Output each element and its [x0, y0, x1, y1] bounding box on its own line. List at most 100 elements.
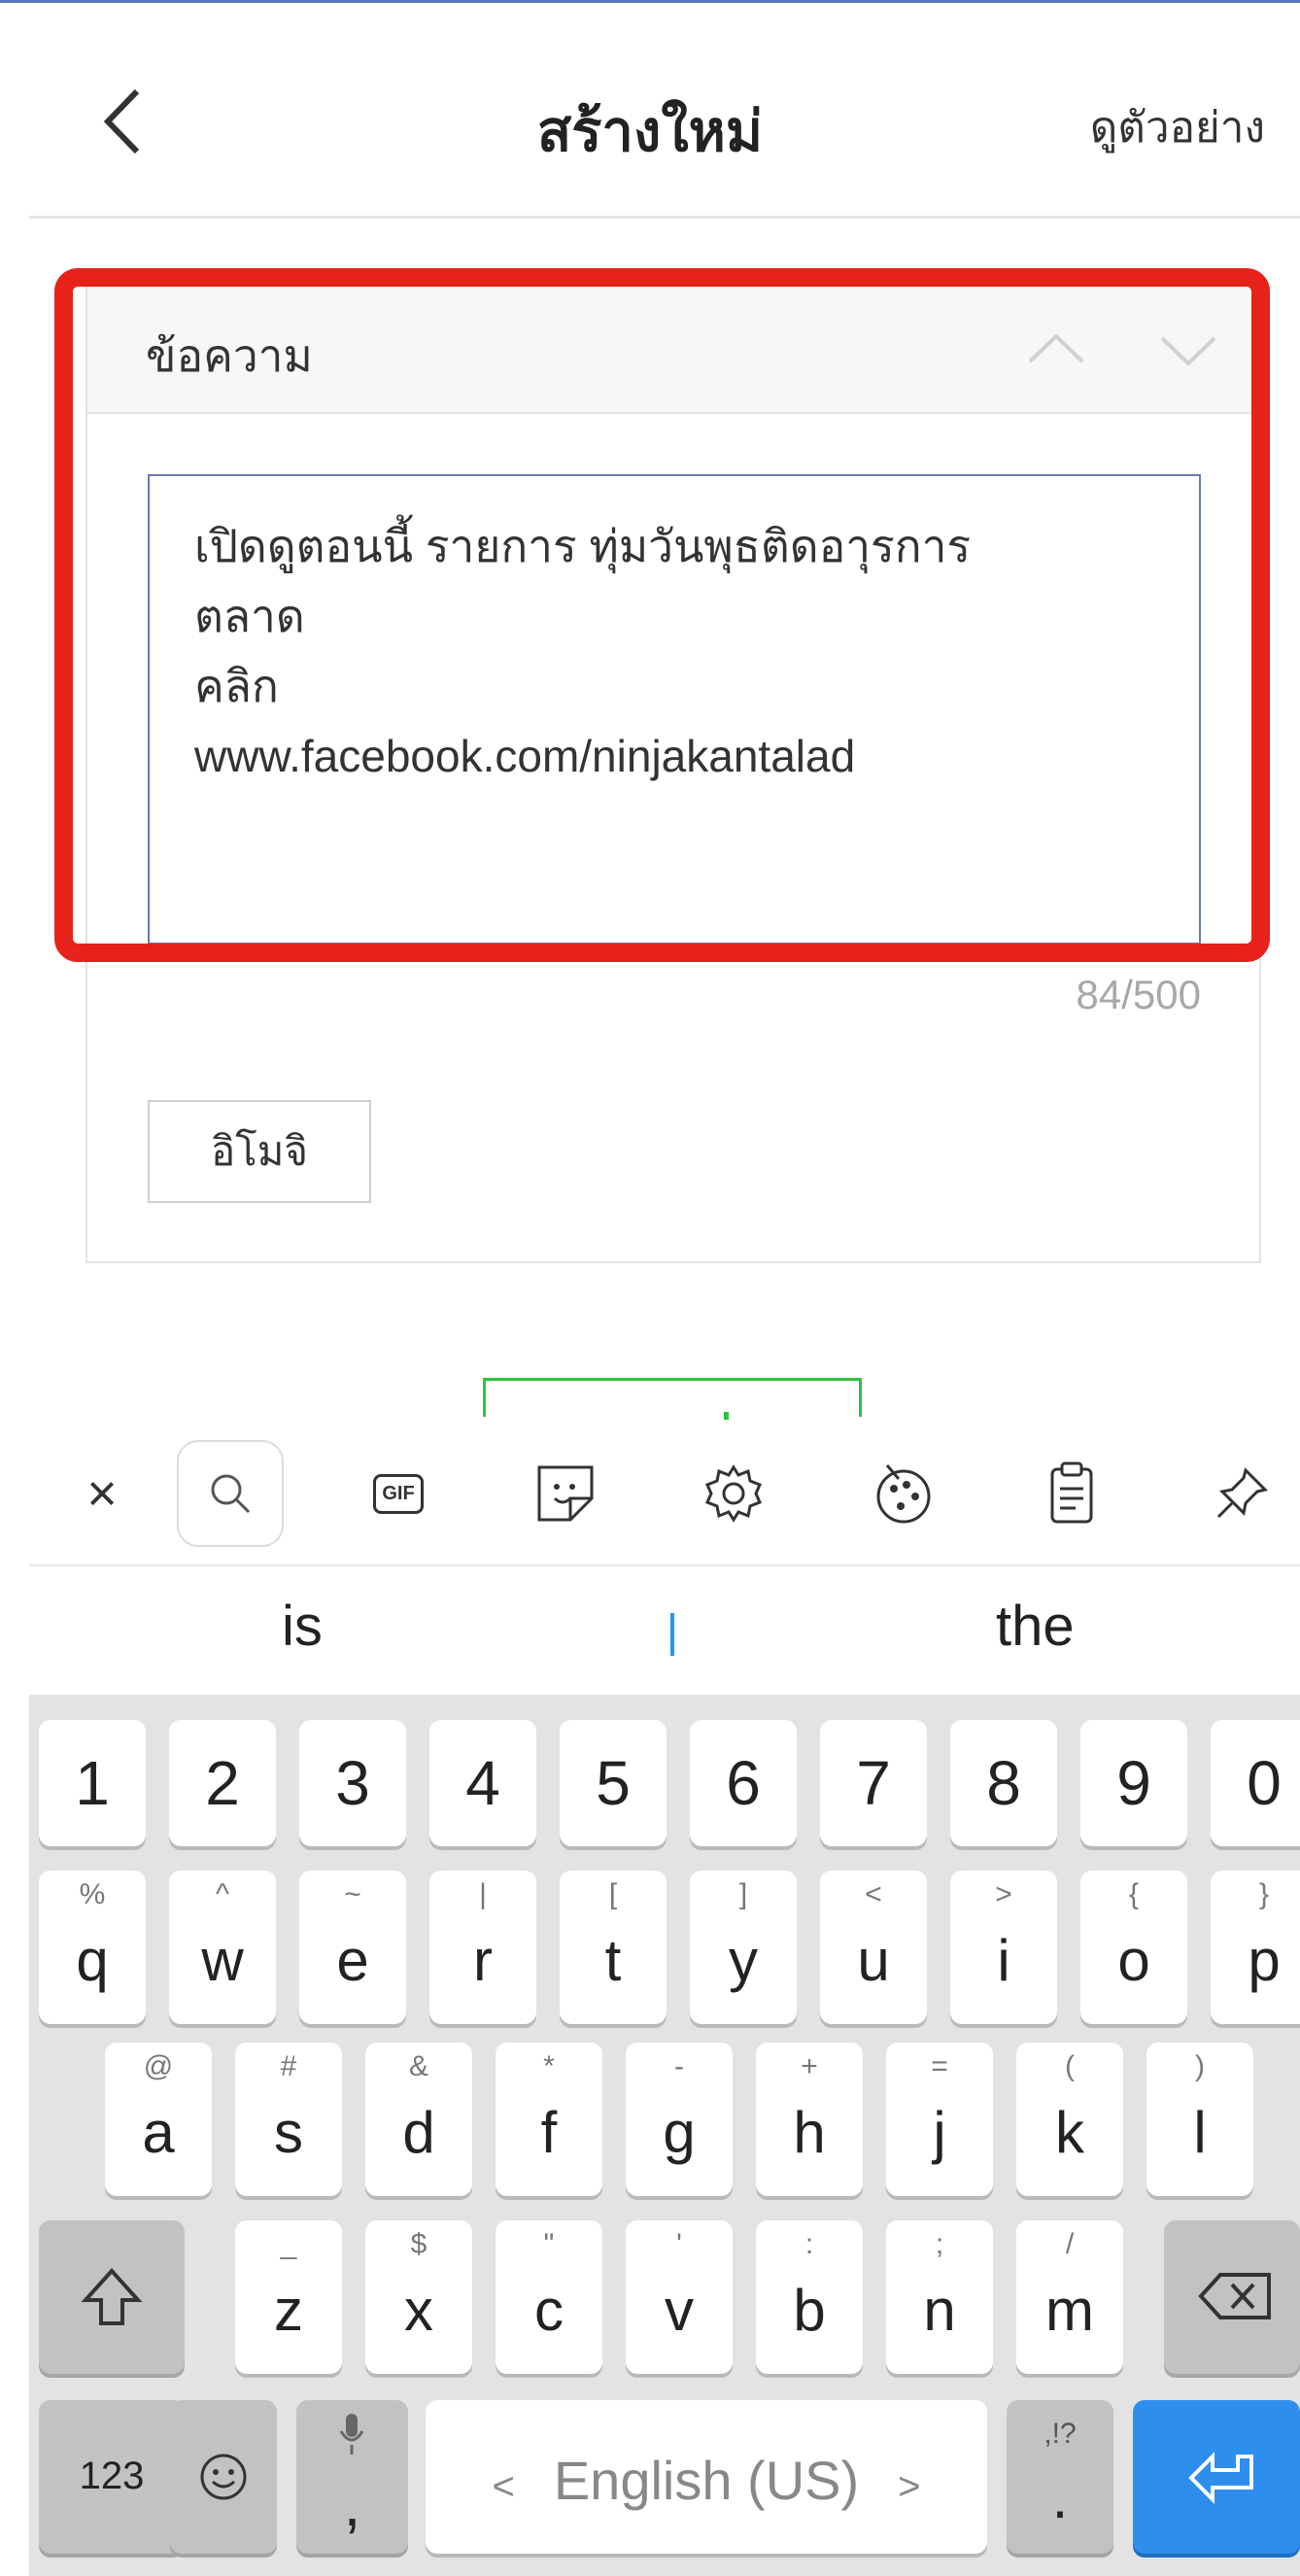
green-marker	[724, 1412, 729, 1420]
key-label: u	[857, 1928, 890, 1993]
close-keyboard-toolbar-button[interactable]: ×	[49, 1440, 155, 1547]
key-label: p	[1248, 1928, 1281, 1993]
sticker-button[interactable]	[512, 1440, 619, 1547]
key-label: k	[1055, 2100, 1084, 2165]
key-6[interactable]: 6	[690, 1720, 797, 1846]
key-r[interactable]: | r	[429, 1871, 536, 2024]
emoji-key[interactable]	[170, 2400, 277, 2554]
keyboard-search-button[interactable]	[177, 1440, 284, 1547]
emoji-button[interactable]: อิโมจิ	[148, 1100, 371, 1203]
key-secondary-label: )	[1195, 2050, 1205, 2082]
key-secondary-label: {	[1128, 1878, 1140, 1910]
header-divider	[29, 216, 1300, 219]
key-2[interactable]: 2	[169, 1720, 276, 1846]
key-8[interactable]: 8	[950, 1720, 1057, 1846]
key-label: d	[402, 2100, 435, 2165]
key-e[interactable]: ~ e	[299, 1871, 406, 2024]
key-label: 5	[596, 1748, 631, 1818]
key-z[interactable]: _ z	[235, 2220, 342, 2374]
enter-icon	[1188, 2452, 1253, 2504]
key-secondary-label: @	[143, 2050, 174, 2082]
key-label: 1	[75, 1748, 110, 1818]
space-label: < English (US) >	[426, 2449, 987, 2512]
key-c[interactable]: " c	[496, 2220, 602, 2374]
theme-button[interactable]	[850, 1440, 957, 1547]
key-label: q	[76, 1928, 109, 1993]
comma-key[interactable]: ,	[296, 2400, 408, 2554]
suggestion-left[interactable]: is	[282, 1594, 323, 1659]
key-x[interactable]: $ x	[365, 2220, 472, 2374]
key-label: 9	[1116, 1748, 1151, 1818]
key-secondary-label: <	[865, 1878, 882, 1910]
period-key[interactable]: ,!?.	[1007, 2400, 1113, 2554]
key-secondary-label: +	[801, 2050, 818, 2082]
key-label: z	[274, 2278, 303, 2343]
key-d[interactable]: & d	[365, 2043, 472, 2196]
suggestion-cursor	[670, 1613, 674, 1656]
key-7[interactable]: 7	[820, 1720, 927, 1846]
key-u[interactable]: < u	[820, 1871, 927, 2024]
key-label: l	[1193, 2100, 1207, 2165]
key-s[interactable]: # s	[235, 2043, 342, 2196]
key-label: y	[729, 1928, 758, 1993]
key-w[interactable]: ^ w	[169, 1871, 276, 2024]
close-icon: ×	[86, 1464, 118, 1523]
key-secondary-label: &	[408, 2050, 428, 2082]
key-f[interactable]: * f	[496, 2043, 602, 2196]
key-secondary-label: "	[543, 2228, 555, 2260]
key-g[interactable]: -g	[626, 2043, 733, 2196]
key-4[interactable]: 4	[429, 1720, 536, 1846]
key-n[interactable]: ; n	[886, 2220, 993, 2374]
key-9[interactable]: 9	[1080, 1720, 1187, 1846]
key-secondary-label: ^	[215, 1878, 230, 1910]
key-secondary-label: :	[804, 2228, 814, 2260]
key-label: 3	[335, 1748, 370, 1818]
gif-icon: GIF	[373, 1473, 424, 1514]
key-l[interactable]: ) l	[1146, 2043, 1253, 2196]
key-label: e	[336, 1928, 369, 1993]
key-i[interactable]: > i	[950, 1871, 1057, 2024]
gif-button[interactable]: GIF	[345, 1440, 452, 1547]
key-1[interactable]: 1	[39, 1720, 146, 1846]
key-label: h	[793, 2100, 826, 2165]
enter-key[interactable]	[1133, 2400, 1300, 2554]
key-j[interactable]: = j	[886, 2043, 993, 2196]
key-secondary-label: }	[1258, 1878, 1270, 1910]
settings-button[interactable]	[680, 1440, 787, 1547]
backspace-key[interactable]	[1164, 2220, 1300, 2374]
key-q[interactable]: % q	[39, 1871, 146, 2024]
key-label: r	[473, 1928, 493, 1993]
key-label: ,	[343, 2469, 361, 2539]
key-label: 7	[856, 1748, 891, 1818]
key-label: i	[997, 1928, 1010, 1993]
key-label: 6	[726, 1748, 761, 1818]
key-label: 0	[1247, 1748, 1282, 1818]
key-secondary-label: (	[1065, 2050, 1075, 2082]
preview-button[interactable]: ดูตัวอย่าง	[1090, 93, 1265, 161]
key-b[interactable]: :b	[756, 2220, 863, 2374]
key-h[interactable]: + h	[756, 2043, 863, 2196]
key-p[interactable]: } p	[1211, 1871, 1300, 2024]
space-key[interactable]: < English (US) >	[426, 2400, 987, 2554]
key-secondary-label: [	[608, 1878, 618, 1910]
key-t[interactable]: [t	[560, 1871, 667, 2024]
key-5[interactable]: 5	[560, 1720, 667, 1846]
numbers-key[interactable]: 123	[39, 2400, 185, 2554]
pin-button[interactable]	[1193, 1440, 1290, 1547]
key-0[interactable]: 0	[1211, 1720, 1300, 1846]
key-secondary-label: |	[479, 1878, 487, 1910]
key-label: x	[404, 2278, 433, 2343]
clipboard-button[interactable]	[1018, 1440, 1125, 1547]
key-secondary-label: ]	[738, 1878, 748, 1910]
key-3[interactable]: 3	[299, 1720, 406, 1846]
key-v[interactable]: ' v	[626, 2220, 733, 2374]
key-y[interactable]: ] y	[690, 1871, 797, 2024]
shift-key[interactable]	[39, 2220, 185, 2374]
key-o[interactable]: {o	[1080, 1871, 1187, 2024]
key-a[interactable]: @ a	[105, 2043, 212, 2196]
toolbar-divider	[29, 1564, 1300, 1566]
key-k[interactable]: (k	[1016, 2043, 1123, 2196]
key-m[interactable]: / m	[1016, 2220, 1123, 2374]
key-label: b	[793, 2278, 826, 2343]
suggestion-right[interactable]: the	[996, 1594, 1075, 1659]
